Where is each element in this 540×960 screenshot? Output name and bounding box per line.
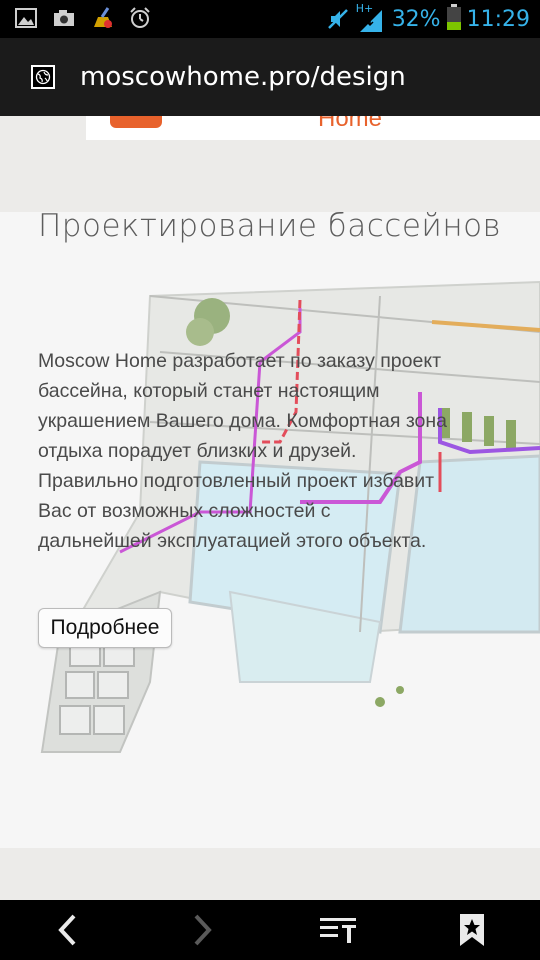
broom-icon — [90, 6, 114, 30]
forward-icon — [194, 914, 212, 946]
browser-url-bar[interactable]: moscowhome.pro/design — [0, 38, 540, 116]
system-status: H+ 32% 11:29 — [326, 2, 530, 34]
pool-design-section: Проектирование бассейнов Moscow Home раз… — [0, 212, 540, 848]
section-description: Moscow Home разработает по заказу проект… — [38, 350, 448, 552]
back-icon — [58, 914, 76, 946]
section-title: Проектирование бассейнов — [38, 212, 502, 244]
battery-icon — [446, 4, 461, 34]
forward-button[interactable] — [182, 910, 222, 950]
more-button[interactable]: Подробнее — [38, 608, 172, 648]
gallery-icon — [14, 6, 38, 30]
url-text[interactable]: moscowhome.pro/design — [80, 62, 406, 92]
browser-toolbar — [0, 900, 540, 960]
alarm-icon — [128, 6, 152, 30]
mute-icon — [326, 7, 350, 31]
logo-text: Home — [318, 116, 383, 132]
bookmark-button[interactable] — [452, 910, 492, 950]
status-bar: H+ 32% 11:29 — [0, 0, 540, 38]
clock: 11:29 — [466, 6, 530, 32]
globe-icon — [31, 65, 55, 89]
web-page: Home Проектирование бассейнов Moscow Hom… — [0, 116, 540, 900]
logo-shape — [110, 116, 162, 128]
site-header-banner: Home — [86, 116, 540, 140]
signal-icon: H+ — [356, 2, 386, 34]
back-button[interactable] — [48, 910, 88, 950]
bookmark-icon — [460, 914, 484, 946]
battery-percent: 32% — [391, 6, 441, 32]
notification-icons — [14, 6, 152, 30]
reader-mode-icon — [320, 918, 356, 943]
reader-mode-button[interactable] — [318, 910, 358, 950]
camera-icon — [52, 6, 76, 30]
